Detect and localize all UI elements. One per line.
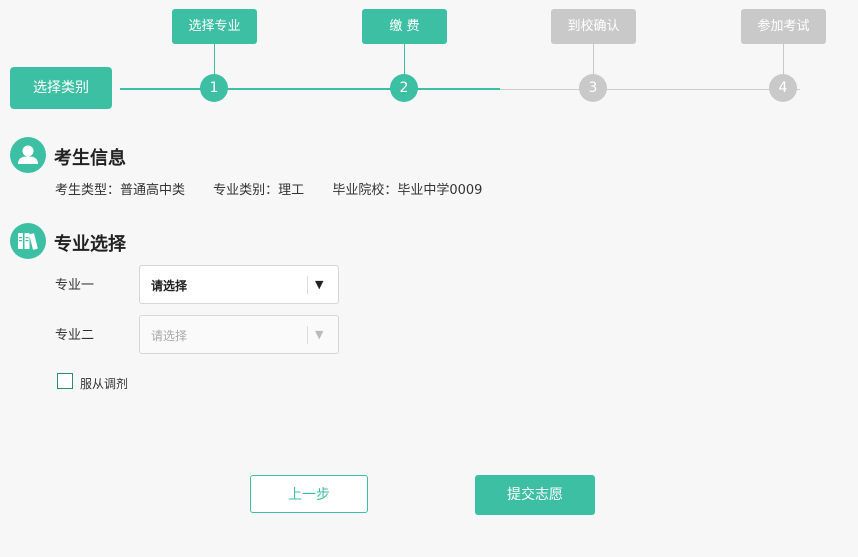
step-4-label[interactable]: 参加考试 (741, 9, 826, 44)
major-selection-title: 专业选择 (54, 234, 126, 255)
user-icon (10, 137, 46, 173)
select-divider (307, 276, 308, 294)
progress-track-pending (500, 89, 800, 90)
major-first-value: 请选择 (151, 279, 188, 293)
student-type: 考生类型：普通高中类 (55, 183, 186, 198)
enrollment-page: 选择类别 选择专业 1 缴 费 2 到校确认 3 参加考试 4 考生信息 考生类… (0, 0, 858, 557)
step-4-connector (783, 44, 784, 75)
step-1-dot[interactable]: 1 (200, 74, 228, 102)
step-select-category[interactable]: 选择类别 (10, 67, 112, 109)
adjust-checkbox-label[interactable]: 服从调剂 (80, 375, 128, 392)
major-category: 专业类别：理工 (213, 183, 305, 198)
step-1-connector (214, 44, 215, 75)
adjust-checkbox[interactable] (57, 373, 73, 389)
chevron-down-icon: ▼ (315, 328, 324, 341)
major-second-select[interactable]: 请选择 ▼ (139, 315, 339, 354)
books-icon (10, 223, 46, 259)
step-3-label[interactable]: 到校确认 (551, 9, 636, 44)
student-info-title: 考生信息 (54, 148, 126, 169)
step-4-dot[interactable]: 4 (769, 74, 797, 102)
submit-button[interactable]: 提交志愿 (475, 475, 595, 515)
major-second-label: 专业二 (55, 328, 95, 343)
step-1-label[interactable]: 选择专业 (172, 9, 257, 44)
major-first-label: 专业一 (55, 278, 95, 293)
chevron-down-icon: ▼ (315, 278, 324, 291)
major-second-value: 请选择 (151, 329, 188, 343)
graduate-school: 毕业院校：毕业中学0009 (332, 183, 483, 198)
previous-step-button[interactable]: 上一步 (250, 475, 368, 513)
step-2-connector (404, 44, 405, 75)
step-2-dot[interactable]: 2 (390, 74, 418, 102)
step-2-label[interactable]: 缴 费 (362, 9, 447, 44)
progress-track-completed (120, 88, 500, 90)
select-divider (307, 326, 308, 344)
student-info-row: 考生类型：普通高中类 专业类别：理工 毕业院校：毕业中学0009 (55, 179, 506, 198)
step-3-dot[interactable]: 3 (579, 74, 607, 102)
major-first-select[interactable]: 请选择 ▼ (139, 265, 339, 304)
step-3-connector (593, 44, 594, 75)
